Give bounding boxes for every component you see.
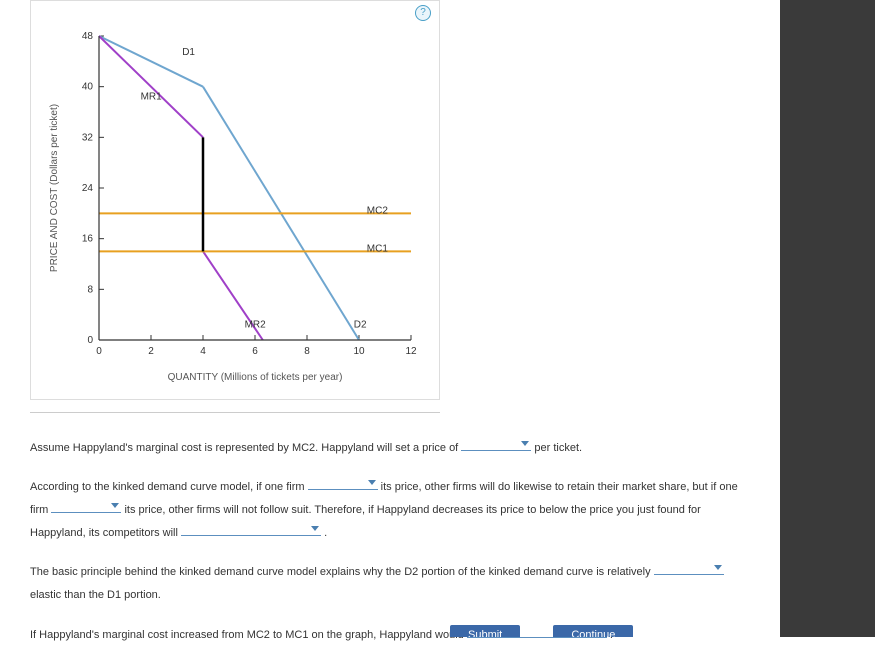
- text: Assume Happyland's marginal cost is repr…: [30, 442, 461, 454]
- svg-text:D2: D2: [354, 319, 367, 330]
- svg-text:PRICE AND COST (Dollars per ti: PRICE AND COST (Dollars per ticket): [49, 104, 60, 272]
- dropdown-firm-action-1[interactable]: [308, 476, 378, 490]
- chevron-down-icon: [714, 565, 722, 570]
- svg-text:MC1: MC1: [367, 243, 389, 254]
- svg-text:24: 24: [82, 183, 94, 194]
- svg-text:6: 6: [252, 346, 258, 357]
- right-panel: [780, 0, 875, 637]
- dropdown-competitors[interactable]: [181, 522, 321, 536]
- text: its price, other firms will not follow s…: [30, 504, 701, 539]
- text: elastic than the D1 portion.: [30, 589, 161, 601]
- chart: 024681012081624324048D1MR1MR2D2MC2MC1QUA…: [41, 26, 431, 386]
- svg-text:D1: D1: [182, 47, 195, 58]
- svg-text:2: 2: [148, 346, 154, 357]
- svg-text:48: 48: [82, 31, 94, 42]
- dropdown-price[interactable]: [461, 437, 531, 451]
- svg-text:MC2: MC2: [367, 205, 389, 216]
- text: According to the kinked demand curve mod…: [30, 481, 308, 493]
- svg-text:16: 16: [82, 234, 94, 245]
- content-area: ? 024681012081624324048D1MR1MR2D2MC2MC1Q…: [0, 0, 780, 637]
- question-text: Assume Happyland's marginal cost is repr…: [30, 437, 750, 647]
- paragraph-1: Assume Happyland's marginal cost is repr…: [30, 437, 750, 460]
- footer-buttons: Submit Continue: [0, 623, 780, 637]
- chevron-down-icon: [311, 526, 319, 531]
- paragraph-3: The basic principle behind the kinked de…: [30, 561, 750, 607]
- svg-text:8: 8: [87, 284, 93, 295]
- svg-text:MR2: MR2: [245, 319, 267, 330]
- dropdown-firm-action-2[interactable]: [51, 499, 121, 513]
- svg-text:40: 40: [82, 82, 94, 93]
- svg-text:12: 12: [405, 346, 417, 357]
- svg-text:4: 4: [200, 346, 206, 357]
- svg-text:MR1: MR1: [141, 91, 163, 102]
- dropdown-elasticity[interactable]: [654, 561, 724, 575]
- chart-card: ? 024681012081624324048D1MR1MR2D2MC2MC1Q…: [30, 0, 440, 400]
- text: per ticket.: [534, 442, 582, 454]
- svg-text:8: 8: [304, 346, 310, 357]
- chevron-down-icon: [521, 441, 529, 446]
- submit-button[interactable]: Submit: [450, 625, 520, 637]
- svg-text:32: 32: [82, 132, 94, 143]
- chevron-down-icon: [368, 480, 376, 485]
- chevron-down-icon: [111, 503, 119, 508]
- svg-text:10: 10: [353, 346, 365, 357]
- text: The basic principle behind the kinked de…: [30, 566, 654, 578]
- paragraph-2: According to the kinked demand curve mod…: [30, 476, 750, 545]
- divider: [30, 412, 440, 413]
- svg-text:0: 0: [96, 346, 102, 357]
- svg-text:QUANTITY (Millions of tickets: QUANTITY (Millions of tickets per year): [168, 372, 343, 383]
- continue-button[interactable]: Continue: [553, 625, 633, 637]
- svg-text:0: 0: [87, 335, 93, 346]
- text: .: [324, 527, 327, 539]
- help-icon[interactable]: ?: [415, 5, 431, 21]
